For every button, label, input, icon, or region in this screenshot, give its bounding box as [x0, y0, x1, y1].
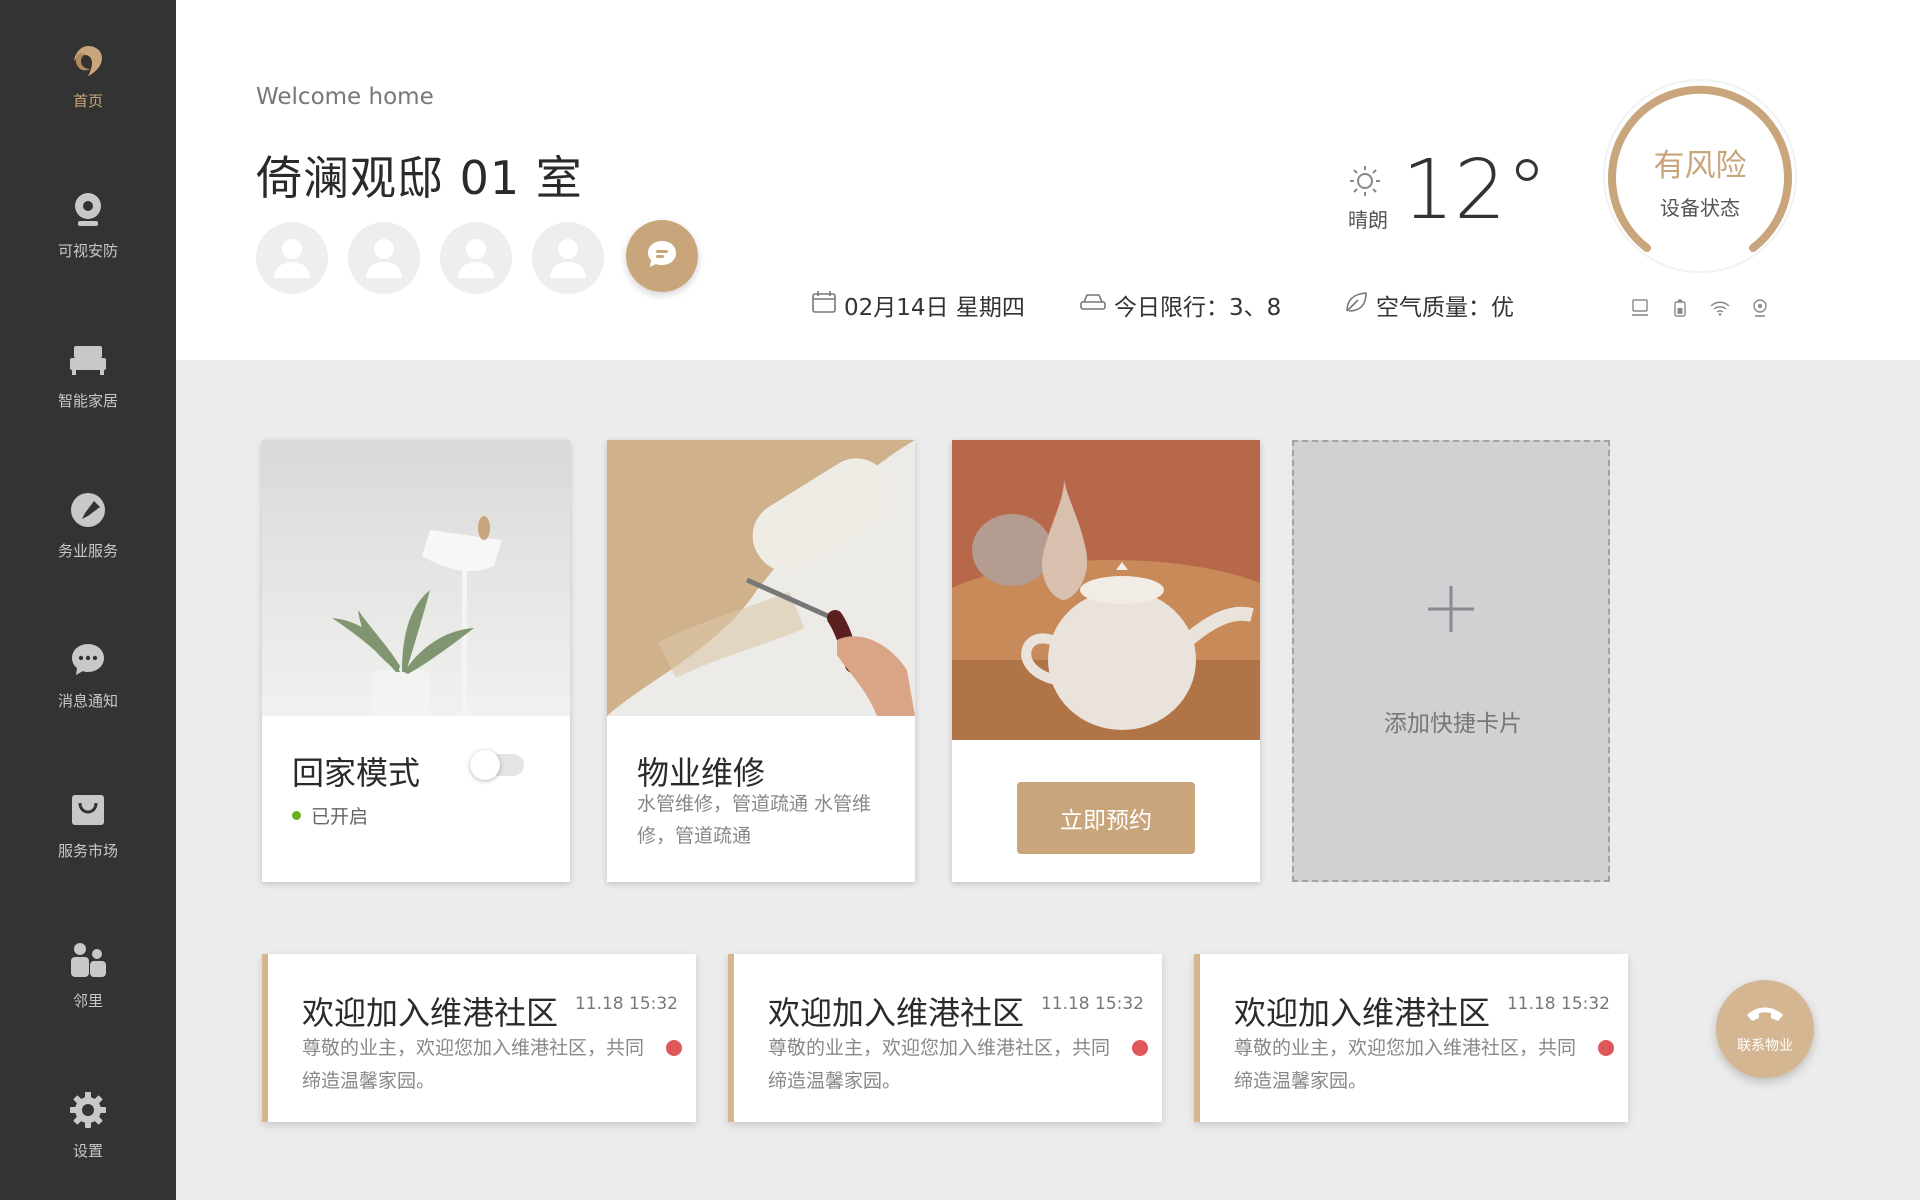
- booking-card[interactable]: 立即预约: [952, 440, 1260, 882]
- status-text: 已开启: [311, 806, 369, 828]
- webcam-icon: [1748, 296, 1772, 320]
- unread-dot: [1598, 1040, 1614, 1056]
- car-icon: [1080, 292, 1106, 318]
- sidebar-item-label: 邻里: [72, 992, 103, 1010]
- contact-property-button[interactable]: 联系物业: [1716, 980, 1814, 1078]
- card-description: 水管维修，管道疏通 水管维修，管道疏通: [637, 793, 872, 847]
- bed-icon: [66, 338, 110, 382]
- avatar[interactable]: [532, 222, 604, 294]
- notice-title: 欢迎加入维港社区: [768, 994, 1025, 1032]
- notice-time: 11.18 15:32: [574, 994, 678, 1014]
- traffic-info: 今日限行：3、8: [1080, 288, 1281, 322]
- unread-dot: [666, 1040, 682, 1056]
- notice-body: 尊敬的业主，欢迎您加入维港社区，共同缔造温馨家园。: [1234, 1037, 1577, 1092]
- people-icon: [66, 938, 110, 982]
- computer-icon: [1628, 296, 1652, 320]
- status-dot: [292, 811, 301, 820]
- home-mode-status: 已开启: [292, 802, 368, 829]
- risk-label: 有风险: [1653, 148, 1747, 184]
- traffic-text: 今日限行：3、8: [1114, 295, 1282, 321]
- calendar-icon: [812, 291, 836, 319]
- header: Welcome home 倚澜观邸 01 室 晴朗 12° 02月14日 星期四…: [176, 0, 1920, 360]
- logo-icon: [66, 38, 110, 82]
- avatar[interactable]: [256, 222, 328, 294]
- shopping-bag-icon: [66, 788, 110, 832]
- sidebar: 首页 可视安防 智能家居 务业服务 消息通知 服务市场 邻里 设置: [0, 0, 176, 1200]
- date-text: 02月14日 星期四: [844, 295, 1025, 321]
- sidebar-item-label: 消息通知: [57, 692, 118, 710]
- add-card-label: 添加快捷卡片: [1384, 711, 1522, 737]
- notice-time: 11.18 15:32: [1040, 994, 1144, 1014]
- toggle-knob: [470, 750, 500, 780]
- sidebar-item-label: 可视安防: [57, 242, 118, 260]
- avatar[interactable]: [348, 222, 420, 294]
- sun-icon: [1348, 164, 1382, 202]
- teapot-image: [952, 440, 1260, 740]
- date-info: 02月14日 星期四: [812, 288, 1025, 322]
- book-now-button[interactable]: 立即预约: [1017, 782, 1195, 854]
- device-status-label: 设备状态: [1660, 196, 1740, 220]
- sidebar-item-label: 首页: [72, 92, 103, 110]
- notice-card[interactable]: 欢迎加入维港社区 11.18 15:32 尊敬的业主，欢迎您加入维港社区，共同缔…: [262, 954, 696, 1122]
- weather-text: 晴朗: [1348, 208, 1388, 232]
- contact-label: 联系物业: [1737, 1038, 1793, 1054]
- plus-icon: [1424, 582, 1478, 640]
- sidebar-item-security[interactable]: 可视安防: [0, 188, 176, 298]
- message-icon: [646, 239, 678, 273]
- sidebar-item-messages[interactable]: 消息通知: [0, 638, 176, 748]
- sidebar-item-home[interactable]: 首页: [0, 38, 176, 148]
- sidebar-item-neighbors[interactable]: 邻里: [0, 938, 176, 1048]
- add-shortcut-card[interactable]: 添加快捷卡片: [1292, 440, 1610, 882]
- notice-card[interactable]: 欢迎加入维港社区 11.18 15:32 尊敬的业主，欢迎您加入维港社区，共同缔…: [728, 954, 1162, 1122]
- notice-body: 尊敬的业主，欢迎您加入维港社区，共同缔造温馨家园。: [302, 1037, 645, 1092]
- phone-icon: [1745, 1003, 1785, 1029]
- notice-title: 欢迎加入维港社区: [302, 994, 559, 1032]
- repair-card[interactable]: 物业维修 水管维修，管道疏通 水管维修，管道疏通: [607, 440, 915, 882]
- room-title: 倚澜观邸 01 室: [256, 151, 583, 205]
- notice-time: 11.18 15:32: [1506, 994, 1610, 1014]
- lamp-plant-image: [262, 440, 570, 716]
- wrench-icon: [66, 488, 110, 532]
- chat-bubble-icon: [66, 638, 110, 682]
- sidebar-item-settings[interactable]: 设置: [0, 1088, 176, 1198]
- battery-icon: [1668, 296, 1692, 320]
- temperature: 12°: [1402, 143, 1548, 238]
- notice-card[interactable]: 欢迎加入维港社区 11.18 15:32 尊敬的业主，欢迎您加入维港社区，共同缔…: [1194, 954, 1628, 1122]
- sidebar-item-label: 服务市场: [57, 842, 118, 860]
- sidebar-item-market[interactable]: 服务市场: [0, 788, 176, 898]
- sidebar-item-property-service[interactable]: 务业服务: [0, 488, 176, 598]
- paint-roller-image: [607, 440, 915, 716]
- sidebar-item-label: 设置: [72, 1142, 103, 1160]
- air-quality-info: 空气质量：优: [1344, 288, 1514, 322]
- sidebar-item-smart-home[interactable]: 智能家居: [0, 338, 176, 448]
- gear-icon: [66, 1088, 110, 1132]
- notice-title: 欢迎加入维港社区: [1234, 994, 1491, 1032]
- home-mode-toggle[interactable]: [470, 750, 524, 780]
- avatar[interactable]: [440, 222, 512, 294]
- camera-icon: [66, 188, 110, 232]
- chat-button[interactable]: [626, 220, 698, 292]
- home-mode-card[interactable]: 回家模式 已开启: [262, 440, 570, 882]
- leaf-icon: [1344, 291, 1368, 319]
- wifi-icon: [1708, 296, 1732, 320]
- unread-dot: [1132, 1040, 1148, 1056]
- air-quality-text: 空气质量：优: [1376, 295, 1514, 321]
- welcome-text: Welcome home: [256, 84, 434, 110]
- card-title: 回家模式: [292, 754, 421, 792]
- notice-body: 尊敬的业主，欢迎您加入维港社区，共同缔造温馨家园。: [768, 1037, 1111, 1092]
- sidebar-item-label: 智能家居: [57, 392, 118, 410]
- sidebar-item-label: 务业服务: [57, 542, 118, 560]
